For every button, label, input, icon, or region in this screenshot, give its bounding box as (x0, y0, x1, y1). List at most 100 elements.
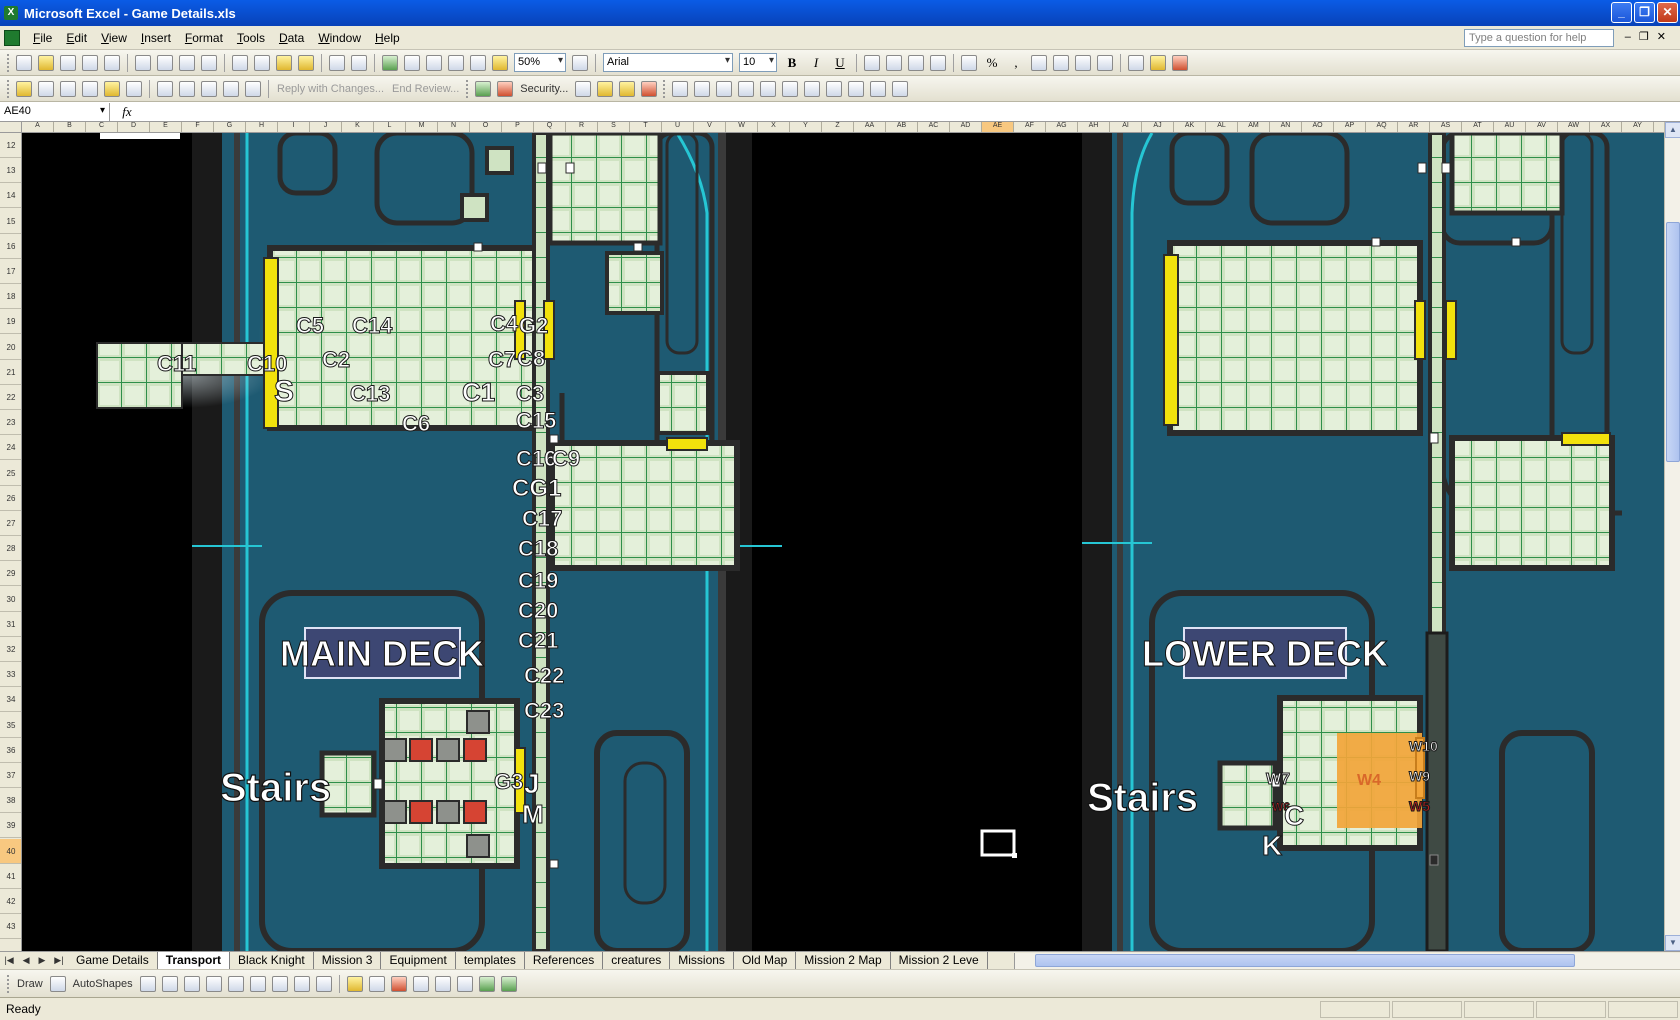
column-header-cell[interactable]: AV (1526, 122, 1558, 132)
maximize-button[interactable]: ❐ (1634, 2, 1655, 23)
deck-map-picture[interactable]: MAIN DECK LOWER DECK Stairs Stairs C5 C1… (22, 133, 1664, 951)
select-all-corner[interactable] (0, 122, 22, 133)
font-select[interactable]: Arial (603, 53, 733, 72)
column-header-cell[interactable]: AH (1078, 122, 1110, 132)
row-header-cell[interactable]: 41 (0, 864, 21, 889)
row-header-cell[interactable]: 31 (0, 612, 21, 637)
next-sheet-icon[interactable]: ▶ (38, 955, 45, 966)
contrast-icon[interactable] (716, 80, 733, 97)
column-header-cell[interactable]: AE (982, 122, 1014, 132)
paste-icon[interactable] (276, 54, 292, 71)
column-header-cell[interactable]: AX (1590, 122, 1622, 132)
show-comment-icon[interactable] (60, 80, 76, 97)
comment-icon[interactable] (38, 80, 54, 97)
research-icon[interactable] (201, 54, 217, 71)
column-header-cell[interactable]: W (726, 122, 758, 132)
column-header-cell[interactable]: AT (1462, 122, 1494, 132)
reset-picture-icon[interactable] (892, 80, 909, 97)
column-header-cell[interactable]: F (182, 122, 214, 132)
row-header-cell[interactable]: 33 (0, 662, 21, 688)
row-header[interactable]: 12 13 14 15 16 17 18 19 20 21 22 23 24 25 26 27 28 29 30 31… (0, 133, 22, 951)
row-header-cell[interactable]: 23 (0, 410, 21, 436)
folder-icon[interactable] (16, 80, 32, 97)
web-icon[interactable] (641, 80, 658, 97)
align-right-icon[interactable] (908, 54, 924, 71)
toolbar-grip[interactable] (7, 53, 10, 72)
active-cell[interactable] (980, 829, 1016, 857)
sheet-tab-mission-3[interactable]: Mission 3 (313, 952, 382, 969)
column-header-cell[interactable]: J (310, 122, 342, 132)
row-header-cell[interactable]: 29 (0, 561, 21, 587)
column-header-cell[interactable]: AK (1174, 122, 1206, 132)
sheet-tab-equipment[interactable]: Equipment (381, 952, 456, 969)
redo-icon[interactable] (351, 54, 367, 71)
menu-tools[interactable]: Tools (230, 31, 272, 45)
diagram-icon[interactable] (271, 975, 288, 992)
column-header-cell[interactable]: AI (1110, 122, 1142, 132)
drawing-icon[interactable] (492, 54, 508, 71)
menu-format[interactable]: Format (178, 31, 230, 45)
tools-icon[interactable] (597, 80, 614, 97)
scroll-up-icon[interactable]: ▲ (1665, 122, 1680, 138)
row-header-cell[interactable]: 17 (0, 259, 21, 284)
spelling-icon[interactable] (179, 54, 195, 71)
row-header-cell[interactable]: 30 (0, 587, 21, 612)
column-header-cell[interactable]: C (86, 122, 118, 132)
column-header-cell[interactable]: AR (1398, 122, 1430, 132)
column-header-cell[interactable]: AW (1558, 122, 1590, 132)
font-color-icon[interactable] (1172, 54, 1188, 71)
row-header-cell[interactable]: 21 (0, 360, 21, 385)
new-icon[interactable] (16, 54, 32, 71)
highlight-icon[interactable] (104, 80, 120, 97)
select-objects-icon[interactable] (49, 975, 66, 992)
row-header-cell[interactable]: 38 (0, 788, 21, 814)
column-header-cell[interactable]: D (118, 122, 150, 132)
copy-icon[interactable] (254, 54, 270, 71)
menu-insert[interactable]: Insert (134, 31, 178, 45)
arrow-icon[interactable] (161, 975, 178, 992)
permission-icon[interactable] (82, 54, 98, 71)
row-header-cell[interactable]: 34 (0, 687, 21, 713)
row-header-cell[interactable]: 39 (0, 813, 21, 839)
column-header[interactable]: A B C D E F G H I J K L M N O P Q R S T U V W X Y Z AA AB AC AD AE AF AG… (22, 122, 1664, 133)
row-header-cell[interactable]: 27 (0, 511, 21, 536)
column-header-cell[interactable]: AD (950, 122, 982, 132)
column-header-cell[interactable]: AM (1238, 122, 1270, 132)
row-header-cell[interactable]: 14 (0, 183, 21, 209)
column-header-cell[interactable]: O (470, 122, 502, 132)
column-header-cell[interactable]: L (374, 122, 406, 132)
menu-help[interactable]: Help (368, 31, 407, 45)
reply-with-changes-button[interactable]: Reply with Changes... (277, 83, 384, 95)
row-header-cell[interactable]: 19 (0, 309, 21, 335)
row-header-cell[interactable]: 13 (0, 158, 21, 184)
column-header-cell[interactable]: AF (1014, 122, 1046, 132)
sheet-tab-missions[interactable]: Missions (670, 952, 734, 969)
first-sheet-icon[interactable]: |◀ (4, 955, 13, 966)
text-box-icon[interactable] (227, 975, 244, 992)
close-button[interactable]: ✕ (1657, 2, 1678, 23)
row-header-cell[interactable]: 36 (0, 738, 21, 763)
column-header-cell[interactable]: M (406, 122, 438, 132)
align-left-icon[interactable] (864, 54, 880, 71)
row-header-cell[interactable]: 22 (0, 385, 21, 410)
document-icon[interactable] (4, 29, 20, 46)
accept-change-icon[interactable] (179, 80, 195, 97)
row-header-cell[interactable]: 28 (0, 536, 21, 562)
clip-art-icon[interactable] (293, 975, 310, 992)
vertical-scrollbar[interactable]: ▲ ▼ (1664, 122, 1680, 951)
line-style-icon[interactable] (412, 975, 429, 992)
percent-button[interactable]: % (981, 53, 1003, 73)
delete-comment-icon[interactable] (126, 80, 142, 97)
sheet-tab-black-knight[interactable]: Black Knight (230, 952, 314, 969)
scroll-down-icon[interactable]: ▼ (1665, 935, 1680, 951)
column-header-cell[interactable]: A (22, 122, 54, 132)
fill-color-icon[interactable] (1150, 54, 1166, 71)
design-mode-icon[interactable] (619, 80, 636, 97)
column-header-cell[interactable]: K (342, 122, 374, 132)
document-window-controls[interactable]: –❐✕ (1625, 30, 1674, 43)
menu-data[interactable]: Data (272, 31, 311, 45)
set-transparent-icon[interactable] (870, 80, 887, 97)
increase-indent-icon[interactable] (1097, 54, 1113, 71)
column-header-cell[interactable]: Z (822, 122, 854, 132)
borders-icon[interactable] (1128, 54, 1144, 71)
